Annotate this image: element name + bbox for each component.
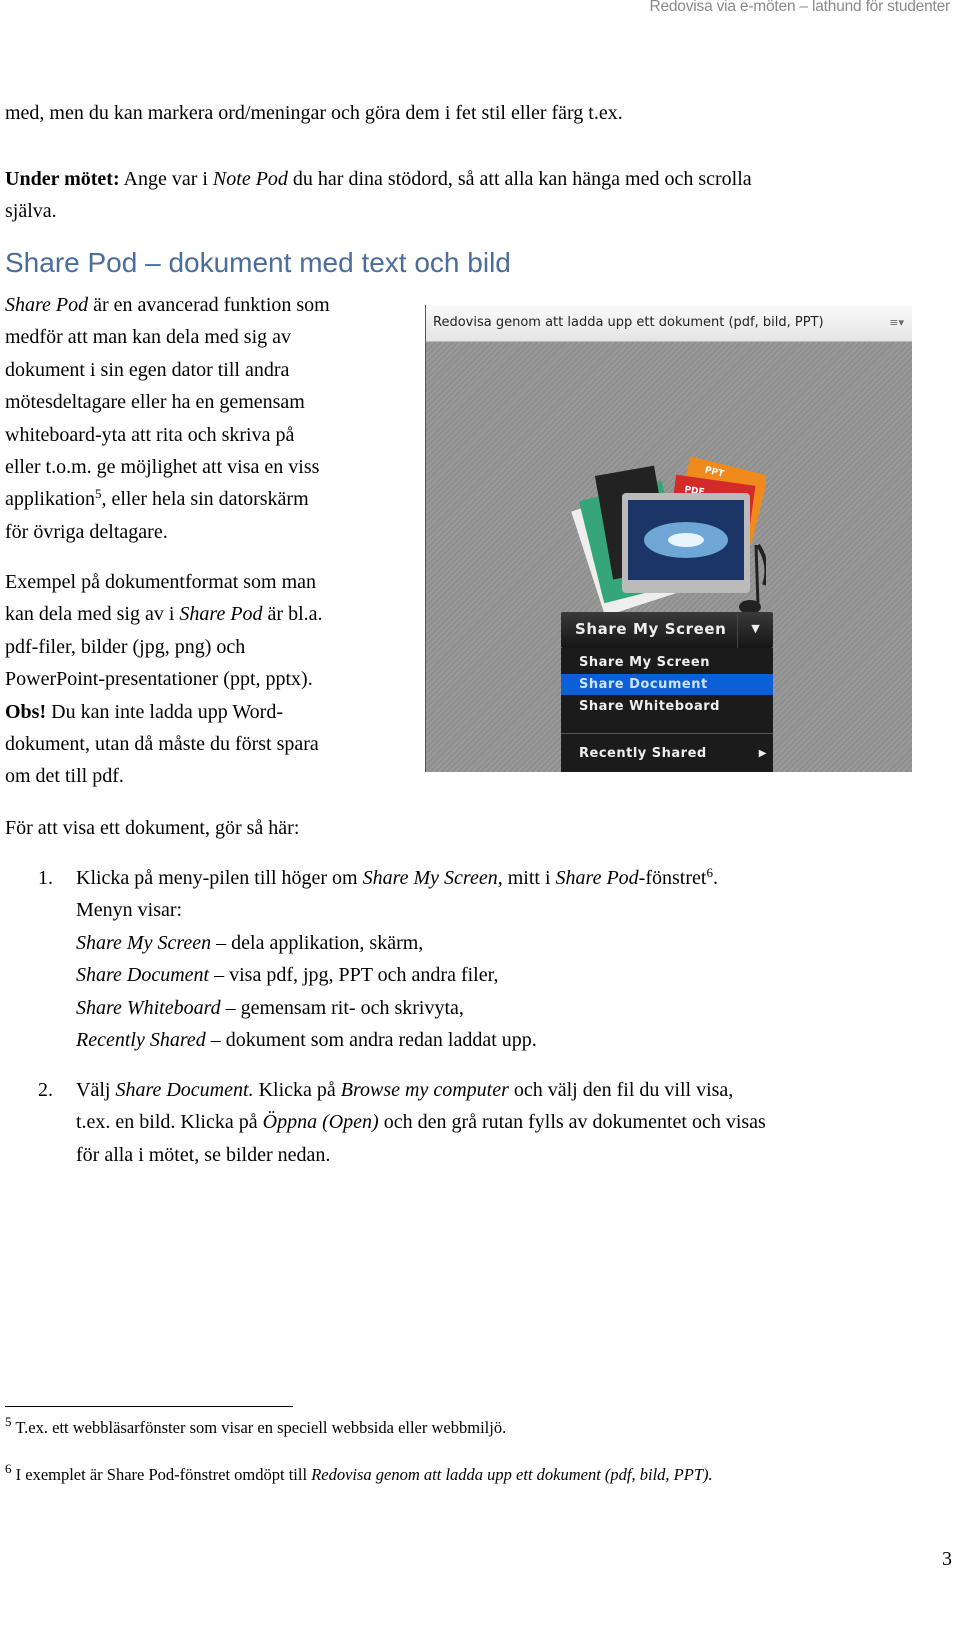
menu-item-share-document[interactable]: Share Document — [561, 674, 773, 695]
italic-term: Share Whiteboard — [76, 996, 221, 1019]
text: Exempel på dokumentformat som man — [5, 571, 317, 593]
text: – visa pdf, jpg, PPT och andra filer, — [209, 964, 499, 987]
text: och välj den fil du vill visa, — [508, 1079, 734, 1101]
share-pod-screenshot: Redovisa genom att ladda upp ett dokumen… — [425, 305, 912, 772]
text: -fönstret — [638, 867, 707, 889]
text: – dela applikation, skärm, — [211, 931, 424, 954]
text: t.ex. en bild. Klicka på — [76, 1111, 263, 1134]
text: – gemensam rit- och skrivyta, — [220, 996, 464, 1019]
text: whiteboard-yta att rita och skriva på — [5, 423, 295, 446]
text: Välj — [76, 1079, 116, 1101]
text: om det till pdf. — [5, 765, 124, 788]
menu-item-share-whiteboard[interactable]: Share Whiteboard — [561, 696, 773, 717]
text: , mitt i — [497, 867, 556, 889]
share-my-screen-button[interactable]: Share My Screen ▼ — [561, 612, 773, 648]
text: för övriga deltagare. — [5, 520, 168, 543]
text: Menyn visar: — [76, 899, 183, 922]
text: mötesdeltagare eller ha en gemensam — [5, 391, 305, 414]
paragraph: Under mötet: Ange var i Note Pod du har … — [5, 163, 752, 228]
pod-title-bar: Redovisa genom att ladda upp ett dokumen… — [426, 305, 912, 342]
text: – dokument som andra redan laddat upp. — [205, 1029, 537, 1052]
italic-term: Share Pod — [555, 867, 639, 889]
list-item-number: 1. — [38, 867, 53, 889]
share-menu: Share My Screen Share Document Share Whi… — [561, 648, 773, 772]
italic-term: Share Pod — [179, 603, 263, 626]
item-label: Recently Shared — [579, 746, 707, 761]
text: och den grå rutan fylls av dokumentet oc… — [378, 1111, 766, 1134]
text: T.ex. ett webbläsarfönster som visar en … — [11, 1418, 507, 1437]
text: dokument, utan då måste du först spara — [5, 733, 319, 756]
text: Klicka på meny-pilen till höger om — [76, 867, 363, 889]
list-item-number: 2. — [38, 1079, 53, 1101]
page-number: 3 — [942, 1548, 952, 1570]
text: medför att man kan dela med sig av — [5, 326, 292, 349]
menu-lines-icon[interactable]: ≡▾ — [889, 305, 904, 341]
text: själva. — [5, 200, 57, 223]
italic-term: Redovisa genom att ladda upp ett dokumen… — [311, 1465, 713, 1484]
text: Ange var i — [119, 168, 213, 190]
menu-item-recently-shared[interactable]: Recently Shared ▶ — [561, 743, 773, 764]
italic-term: Öppna (Open) — [262, 1111, 379, 1134]
text: för alla i mötet, se bilder nedan. — [76, 1143, 331, 1166]
paragraph: Share Pod är en avancerad funktion som m… — [5, 289, 330, 548]
text: med, men du kan markera ord/meningar och… — [5, 102, 623, 124]
italic-term: Browse my computer — [340, 1079, 509, 1101]
text: , eller hela sin datorskärm — [101, 488, 309, 511]
document-page: Redovisa via e-möten – lathund för stude… — [0, 0, 960, 1634]
text: I exemplet är Share Pod-fönstret omdöpt … — [11, 1465, 312, 1484]
text: du har dina stödord, så att alla kan hän… — [287, 168, 752, 190]
italic-term: Note Pod — [212, 168, 288, 190]
menu-item-share-my-screen[interactable]: Share My Screen — [561, 652, 773, 673]
footnote-5: 5 T.ex. ett webbläsarfönster som visar e… — [5, 1415, 507, 1438]
italic-term: Share Document. — [115, 1079, 254, 1101]
share-media-icon: PPT PDF — [571, 456, 766, 615]
text: Klicka på — [253, 1079, 341, 1101]
text: . — [712, 867, 718, 889]
italic-term: Share My Screen — [362, 867, 498, 889]
bold-label: Obs! — [5, 700, 47, 723]
italic-term: Share My Screen — [76, 931, 212, 954]
footnote-6: 6 I exemplet är Share Pod-fönstret omdöp… — [5, 1462, 713, 1485]
pod-title: Redovisa genom att ladda upp ett dokumen… — [433, 315, 824, 330]
list-item: Klicka på meny-pilen till höger om Share… — [76, 862, 718, 1056]
dropdown-arrow-icon[interactable]: ▼ — [737, 612, 773, 648]
text: PowerPoint-presentationer (ppt, pptx). — [5, 668, 313, 691]
list-item: Välj Share Document. Klicka på Browse my… — [76, 1074, 766, 1171]
section-heading: Share Pod – dokument med text och bild — [5, 247, 511, 278]
running-header: Redovisa via e-möten – lathund för stude… — [649, 0, 950, 15]
text: Du kan inte ladda upp Word- — [46, 700, 283, 723]
text: eller t.o.m. ge möjlighet att visa en vi… — [5, 456, 320, 479]
text: är bl.a. — [262, 603, 323, 626]
italic-term: Share Document — [76, 964, 210, 987]
italic-term: Recently Shared — [76, 1029, 206, 1052]
chevron-right-icon: ▶ — [758, 748, 767, 759]
text: är en avancerad funktion som — [88, 294, 330, 316]
text: kan dela med sig av i — [5, 603, 180, 626]
italic-term: Share Pod — [5, 294, 89, 316]
text: dokument i sin egen dator till andra — [5, 358, 290, 381]
paragraph: med, men du kan markera ord/meningar och… — [5, 97, 623, 129]
bold-label: Under mötet: — [5, 168, 120, 190]
text: applikation — [5, 488, 95, 511]
paragraph: Exempel på dokumentformat som man kan de… — [5, 566, 323, 793]
intro-text: För att visa ett dokument, gör så här: — [5, 817, 300, 839]
button-label: Share My Screen — [575, 620, 727, 638]
menu-divider — [561, 733, 773, 734]
footnote-divider — [5, 1406, 293, 1407]
text: pdf-filer, bilder (jpg, png) och — [5, 635, 246, 658]
